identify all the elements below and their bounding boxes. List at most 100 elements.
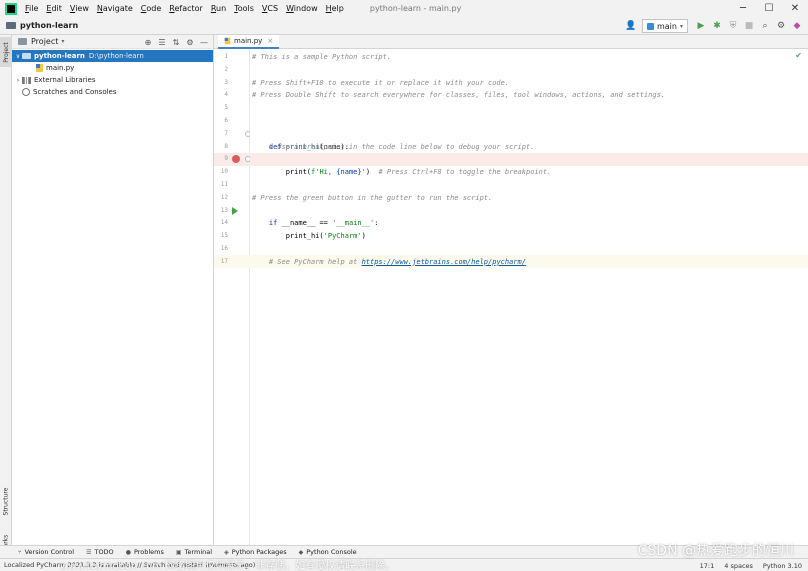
run-icon[interactable]: ▶ [694, 19, 708, 33]
close-icon[interactable]: ✕ [782, 0, 808, 17]
menu-help[interactable]: Help [326, 4, 344, 13]
main-menu: File Edit View Navigate Code Refactor Ru… [25, 4, 352, 13]
minimize-icon[interactable]: ─ [730, 0, 756, 17]
code-line: # This is a sample Python script. [252, 53, 392, 61]
menu-edit[interactable]: Edit [46, 4, 62, 13]
search-icon[interactable]: ⌕ [758, 19, 772, 33]
watermark: CSDN @热爱跑步的恒川 [637, 543, 794, 559]
run-configuration-select[interactable]: main ▾ [641, 19, 688, 33]
tab-main-py[interactable]: main.py × [218, 35, 280, 49]
title-bar: File Edit View Navigate Code Refactor Ru… [0, 0, 808, 17]
collapse-all-icon[interactable]: ☰ [155, 38, 169, 47]
menu-vcs[interactable]: VCS [262, 4, 278, 13]
tree-item-external-libraries[interactable]: › External Libraries [12, 74, 213, 86]
packages-icon: ◈ [224, 548, 229, 556]
tree-item-label: python-learn [34, 52, 85, 60]
menu-tools[interactable]: Tools [234, 4, 254, 13]
run-gutter-icon[interactable] [232, 206, 238, 215]
stop-icon[interactable]: ■ [742, 19, 756, 33]
menu-view[interactable]: View [70, 4, 89, 13]
tool-tab-python-packages[interactable]: ◈ Python Packages [224, 548, 287, 556]
caret-position[interactable]: 17:1 [700, 562, 715, 570]
inspection-ok-icon[interactable]: ✔ [795, 51, 802, 60]
debug-icon[interactable]: ✱ [710, 19, 724, 33]
editor-gutter[interactable]: 1 2 3 4 5 6 7 8 9 10 11 12 13 14 15 16 1… [214, 49, 251, 545]
menu-navigate[interactable]: Navigate [97, 4, 133, 13]
library-icon [22, 76, 31, 84]
chevron-down-icon: ▾ [679, 22, 683, 30]
editor-tabs: main.py × [214, 35, 808, 49]
left-tool-strip: Project Structure Bookmarks [0, 35, 12, 568]
code-line: # Press Shift+F10 to execute it or repla… [252, 78, 510, 87]
breadcrumb-project[interactable]: python-learn [20, 21, 78, 30]
tree-item-path: D:\python-learn [88, 52, 144, 60]
navigation-bar: python-learn 👤 main ▾ ▶ ✱ ⛨ ■ ⌕ ⚙ ◆ [0, 17, 808, 35]
watermark-bottom: www.toymoban.com 网络图片仅供展示，非存储，如有侵权请联系删除。 [60, 561, 396, 571]
line-number: 3 [224, 78, 228, 86]
python-file-icon [224, 37, 231, 45]
project-icon [18, 38, 27, 45]
coverage-icon[interactable]: ⛨ [726, 19, 740, 33]
window-title: python-learn - main.py [369, 4, 462, 13]
tool-window-structure[interactable]: Structure [0, 481, 12, 521]
tool-tab-problems[interactable]: ● Problems [126, 548, 164, 556]
code-line: # See PyCharm help at https://www.jetbra… [268, 257, 526, 266]
gear-icon[interactable]: ⚙ [183, 38, 197, 47]
project-panel-tools: ⊕ ☰ ⇅ ⚙ — [141, 35, 211, 49]
tree-item-scratches[interactable]: Scratches and Consoles [12, 86, 213, 98]
window-controls: ─ ☐ ✕ [730, 0, 808, 17]
python-console-icon: ◆ [298, 548, 304, 556]
line-number: 17 [220, 257, 228, 265]
line-number: 6 [224, 117, 228, 124]
menu-window[interactable]: Window [286, 4, 318, 13]
line-number: 15 [220, 232, 228, 240]
python-interpreter[interactable]: Python 3.10 [763, 562, 802, 570]
indent-setting[interactable]: 4 spaces [724, 562, 753, 570]
pycharm-logo-icon [5, 2, 17, 15]
maximize-icon[interactable]: ☐ [756, 0, 782, 17]
code-line: if __name__ == '__main__': [268, 219, 379, 228]
menu-code[interactable]: Code [141, 4, 162, 13]
line-number: 16 [220, 245, 228, 252]
tree-item-main-py[interactable]: main.py [12, 62, 213, 74]
menu-refactor[interactable]: Refactor [169, 4, 203, 13]
user-icon[interactable]: 👤 [624, 19, 638, 33]
code-line: # Use a breakpoint in the code line belo… [252, 142, 535, 151]
tree-item-label: main.py [46, 64, 75, 72]
menu-run[interactable]: Run [211, 4, 226, 13]
tab-label: main.py [234, 37, 263, 45]
line-number: 14 [220, 219, 228, 227]
tool-window-project[interactable]: Project [0, 37, 12, 67]
toolbar-right: 👤 main ▾ ▶ ✱ ⛨ ■ ⌕ ⚙ ◆ [622, 18, 804, 34]
chevron-down-icon[interactable]: ∨ [14, 53, 22, 60]
code-editor[interactable]: ✔ # This is a sample Python script. # Pr… [250, 49, 808, 545]
line-number: 11 [220, 181, 228, 188]
tree-item-label: External Libraries [34, 76, 96, 84]
tool-tab-terminal[interactable]: ▣ Terminal [176, 548, 212, 556]
hide-icon[interactable]: — [197, 38, 211, 47]
chevron-right-icon[interactable]: › [14, 77, 22, 84]
tool-tab-python-console[interactable]: ◆ Python Console [299, 548, 357, 556]
jetbrains-logo-icon[interactable]: ◆ [790, 19, 804, 33]
settings-icon[interactable]: ⚙ [774, 19, 788, 33]
scratches-icon [22, 88, 30, 96]
line-number: 10 [220, 168, 228, 176]
project-panel-title[interactable]: Project [31, 37, 58, 46]
python-icon [646, 22, 654, 30]
tree-item-python-learn[interactable]: ∨ python-learn D:\python-learn [12, 50, 213, 62]
menu-file[interactable]: File [25, 4, 38, 13]
terminal-icon: ▣ [175, 548, 182, 556]
folder-icon [22, 53, 31, 59]
line-number: 4 [224, 91, 228, 99]
line-number: 5 [224, 104, 228, 112]
tool-tab-todo[interactable]: ☰ TODO [86, 548, 114, 556]
chevron-down-icon[interactable]: ▾ [61, 38, 64, 45]
line-number: 2 [224, 65, 228, 73]
code-line: # Press Double Shift to search everywher… [252, 91, 666, 100]
locate-icon[interactable]: ⊕ [141, 38, 155, 47]
close-tab-icon[interactable]: × [267, 37, 273, 45]
expand-all-icon[interactable]: ⇅ [169, 38, 183, 47]
line-number: 1 [224, 53, 228, 60]
tool-tab-version-control[interactable]: ⑂ Version Control [18, 548, 74, 556]
branch-icon: ⑂ [18, 548, 22, 556]
